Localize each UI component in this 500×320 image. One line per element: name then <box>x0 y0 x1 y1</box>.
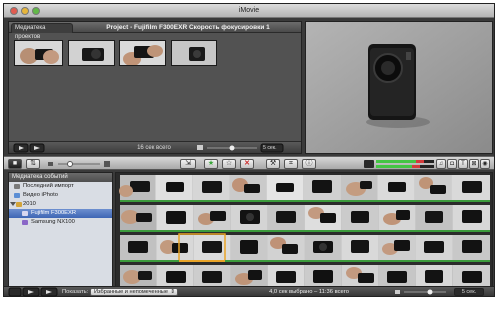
title-t-icon: T <box>461 161 465 167</box>
audio-level-meter <box>364 160 434 168</box>
project-pane: Медиатека проектов Project - Fujifilm F3… <box>8 21 302 154</box>
reject-button[interactable]: ✕ <box>240 159 254 169</box>
event-library: Медиатека событий Последний импорт Видео… <box>8 172 113 288</box>
close-window-button[interactable] <box>10 7 18 15</box>
event-zoom-value: 5 сек. <box>454 288 484 296</box>
event-playback-controls <box>8 287 58 297</box>
mark-favorite-button[interactable]: ★ <box>204 159 218 169</box>
event-library-header: Медиатека событий <box>9 173 112 182</box>
camera-icon: ■ <box>12 160 18 167</box>
zoom-window-button[interactable] <box>32 7 40 15</box>
event-filmstrips <box>119 175 490 288</box>
thumbnail-size-slider[interactable] <box>46 157 112 171</box>
map-browser-button[interactable]: ◉ <box>480 159 490 169</box>
project-header: Медиатека проектов Project - Fujifilm F3… <box>9 22 301 40</box>
event-item-iphoto-video[interactable]: Видео iPhoto <box>9 191 112 200</box>
reject-x-icon: ✕ <box>244 160 250 167</box>
show-filter-label: Показать: <box>62 289 89 295</box>
project-library-button[interactable]: Медиатека проектов <box>11 23 73 40</box>
show-filter-select[interactable]: Избранные и непомеченные ⇕ <box>90 288 178 296</box>
project-playback-controls <box>13 143 45 153</box>
event-item-year-2010[interactable]: 2010 <box>9 200 112 209</box>
crop-icon: ⌗ <box>289 160 293 167</box>
window-title: iMovie <box>238 7 260 14</box>
event-item-fujifilm[interactable]: Fujifilm F300EXR <box>9 209 112 218</box>
event-item-label: Видео iPhoto <box>23 192 58 198</box>
project-clip[interactable] <box>171 40 217 66</box>
project-duration: 16 сек всего <box>137 145 171 151</box>
show-filter-value: Избранные и непомеченные <box>94 289 168 295</box>
music-note-icon: ♫ <box>438 161 444 167</box>
event-star-icon <box>22 211 28 216</box>
adjust-tool-button[interactable]: ⚒ <box>266 159 280 169</box>
wrench-icon: ⚒ <box>269 160 277 167</box>
project-clip[interactable] <box>119 40 166 66</box>
iphoto-icon <box>14 193 20 198</box>
photo-browser-button[interactable]: ◘ <box>447 159 457 169</box>
camera-photo-icon: ◘ <box>450 161 454 167</box>
swap-events-projects-button[interactable]: ⇅ <box>26 159 40 169</box>
clip-thumbnail <box>69 41 114 65</box>
film-icon <box>14 184 20 189</box>
bottom-bar: Показать: Избранные и непомеченные ⇕ 4,0… <box>4 286 494 297</box>
video-viewer <box>305 21 493 154</box>
title-browser-button[interactable]: T <box>458 159 468 169</box>
title-bar: iMovie <box>4 4 494 18</box>
event-item-last-import[interactable]: Последний импорт <box>9 182 112 191</box>
transition-browser-button[interactable]: ⊠ <box>469 159 479 169</box>
crop-button[interactable]: ⌗ <box>284 159 298 169</box>
chevron-updown-icon: ⇕ <box>170 289 175 295</box>
project-clip[interactable] <box>68 40 115 66</box>
add-to-project-button[interactable]: ⇲ <box>180 159 196 169</box>
event-item-samsung[interactable]: Samsung NX100 <box>9 218 112 227</box>
event-item-label: Samsung NX100 <box>31 219 75 225</box>
event-star-icon <box>22 220 28 225</box>
favorite-star-icon: ★ <box>207 160 215 167</box>
clip-thumbnail <box>15 41 62 65</box>
selection-status: 4,0 сек выбрано – 11:36 всего <box>269 289 349 295</box>
inspector-button[interactable]: ⓘ <box>302 159 316 169</box>
event-item-label: Fujifilm F300EXR <box>31 210 77 216</box>
event-item-label: Последний импорт <box>23 183 74 189</box>
event-zoom-slider[interactable] <box>394 287 454 297</box>
swap-icon: ⇅ <box>30 160 36 167</box>
minimize-window-button[interactable] <box>21 7 29 15</box>
project-title: Project - Fujifilm F300EXR Скорость фоку… <box>106 24 270 31</box>
event-item-label: 2010 <box>23 201 36 207</box>
unmark-button[interactable]: ☆ <box>222 159 236 169</box>
imovie-window: iMovie Медиатека проектов Project - Fuji… <box>3 3 495 297</box>
unmark-star-icon: ☆ <box>225 160 233 167</box>
music-browser-button[interactable]: ♫ <box>436 159 446 169</box>
filmstrip-row[interactable] <box>120 205 490 232</box>
add-clip-icon: ⇲ <box>185 160 191 167</box>
project-zoom-value: 5 сек. <box>263 145 277 151</box>
project-clip[interactable] <box>14 40 63 66</box>
clip-thumbnail <box>120 41 165 65</box>
project-bottom-bar: 16 сек всего 5 сек. <box>9 141 301 153</box>
viewer-frame <box>306 22 492 153</box>
filmstrip-row[interactable] <box>120 233 490 262</box>
filmstrip-row[interactable] <box>119 175 490 202</box>
event-browser <box>115 172 493 288</box>
folder-icon <box>16 202 22 207</box>
globe-icon: ◉ <box>482 161 488 167</box>
transition-icon: ⊠ <box>471 161 477 167</box>
main-toolbar: ■ ⇅ ⇲ ★ ☆ ✕ ⚒ ⌗ ⓘ ♫ ◘ T ⊠ ◉ <box>4 156 494 170</box>
filmstrip-row[interactable] <box>120 265 490 288</box>
clip-thumbnail <box>172 41 216 65</box>
info-icon: ⓘ <box>305 160 313 167</box>
camera-import-button[interactable]: ■ <box>8 159 22 169</box>
